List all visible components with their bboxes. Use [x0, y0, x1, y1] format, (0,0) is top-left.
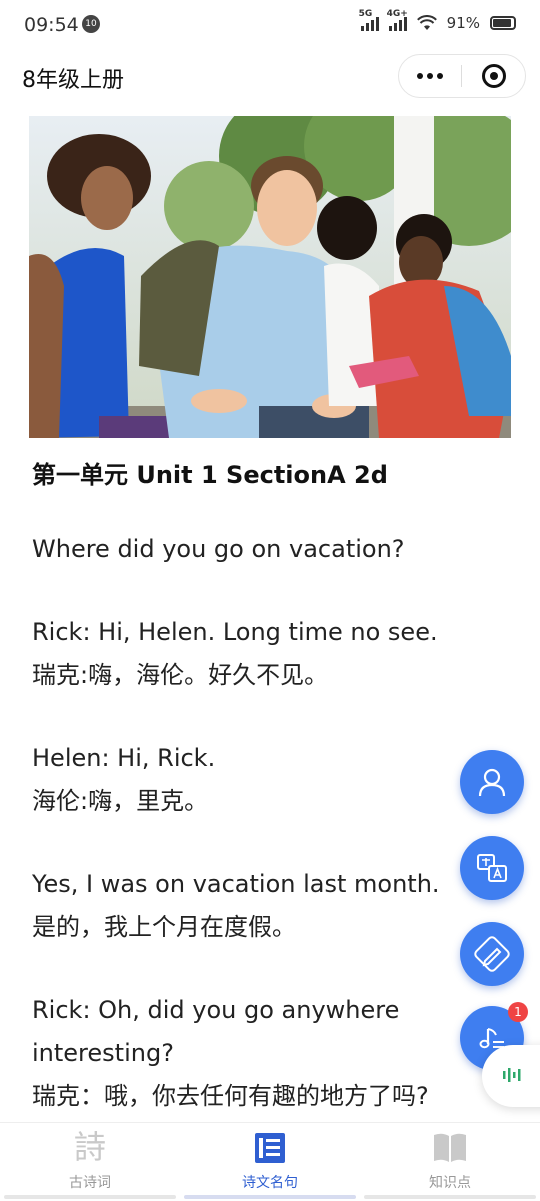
profile-fab-button[interactable] — [460, 750, 524, 814]
poem-icon: 詩 — [73, 1128, 107, 1166]
nav-underline — [184, 1195, 356, 1199]
status-time: 09:54 — [24, 14, 79, 36]
unit-heading: 第一单元 Unit 1 SectionA 2d — [32, 461, 388, 489]
nav-item-famous-lines[interactable]: 诗文名句 — [180, 1123, 360, 1201]
document-list-icon — [255, 1133, 285, 1163]
article: 第一单元 Unit 1 SectionA 2d Where did you go… — [32, 455, 472, 1158]
pencil-edit-icon — [474, 936, 510, 972]
status-bar: 09:54 10 5G 4G+ 91% — [0, 0, 540, 52]
dialog-line-en: Rick: Oh, did you go anywhere interestin… — [32, 996, 400, 1067]
dialog-line-en: Yes, I was on vacation last month. — [32, 870, 440, 898]
bottom-nav: 詩 古诗词 诗文名句 知识点 — [0, 1122, 540, 1201]
nav-label: 知识点 — [429, 1175, 471, 1191]
status-icons: 5G 4G+ 91% — [359, 9, 516, 32]
dialog-line-zh: 瑞克:嗨，海伦。好久不见。 — [32, 661, 329, 689]
dialog-line: Rick: Oh, did you go anywhere interestin… — [32, 989, 472, 1118]
signal-5g-icon: 5G — [359, 9, 379, 31]
signal-4g-icon: 4G+ — [387, 9, 408, 31]
dialog-line: Helen: Hi, Rick. 海伦:嗨，里克。 — [32, 737, 472, 823]
book-icon — [434, 1133, 466, 1162]
dialog-line: Yes, I was on vacation last month. 是的，我上… — [32, 863, 472, 949]
edit-fab-button[interactable] — [460, 922, 524, 986]
fab-notification-badge: 1 — [508, 1002, 528, 1022]
battery-icon — [490, 16, 516, 30]
more-dots-icon[interactable] — [399, 55, 461, 97]
dialog-line: Rick: Hi, Helen. Long time no see. 瑞克:嗨，… — [32, 611, 472, 697]
wifi-icon — [416, 15, 437, 30]
page-title: 8年级上册 — [22, 68, 124, 93]
mini-program-capsule — [398, 54, 526, 98]
dialog-line-zh: 海伦:嗨，里克。 — [32, 787, 209, 815]
capsule-divider — [461, 65, 462, 87]
lesson-subtitle: Where did you go on vacation? — [32, 535, 405, 563]
nav-item-knowledge[interactable]: 知识点 — [360, 1123, 540, 1201]
user-icon — [478, 768, 506, 797]
nav-label: 诗文名句 — [242, 1175, 298, 1191]
nav-underline — [4, 1195, 176, 1199]
battery-percent: 91% — [446, 14, 480, 32]
notification-badge: 10 — [82, 15, 100, 33]
translate-fab-button[interactable] — [460, 836, 524, 900]
nav-label: 古诗词 — [69, 1175, 111, 1191]
dialog-line-zh: 是的，我上个月在度假。 — [32, 913, 296, 941]
dialog-line-en: Helen: Hi, Rick. — [32, 744, 216, 772]
dialog-line-zh: 瑞克：哦，你去任何有趣的地方了吗? — [32, 1082, 429, 1110]
voice-assistant-tab[interactable] — [482, 1045, 540, 1107]
title-bar: 8年级上册 — [0, 52, 540, 104]
dialog-line-en: Rick: Hi, Helen. Long time no see. — [32, 618, 438, 646]
nav-item-poems[interactable]: 詩 古诗词 — [0, 1123, 180, 1201]
nav-underline — [364, 1195, 536, 1199]
hero-photo — [29, 116, 511, 438]
translate-icon — [477, 854, 507, 882]
voice-wave-icon — [503, 1068, 521, 1082]
target-close-icon[interactable] — [482, 64, 506, 88]
